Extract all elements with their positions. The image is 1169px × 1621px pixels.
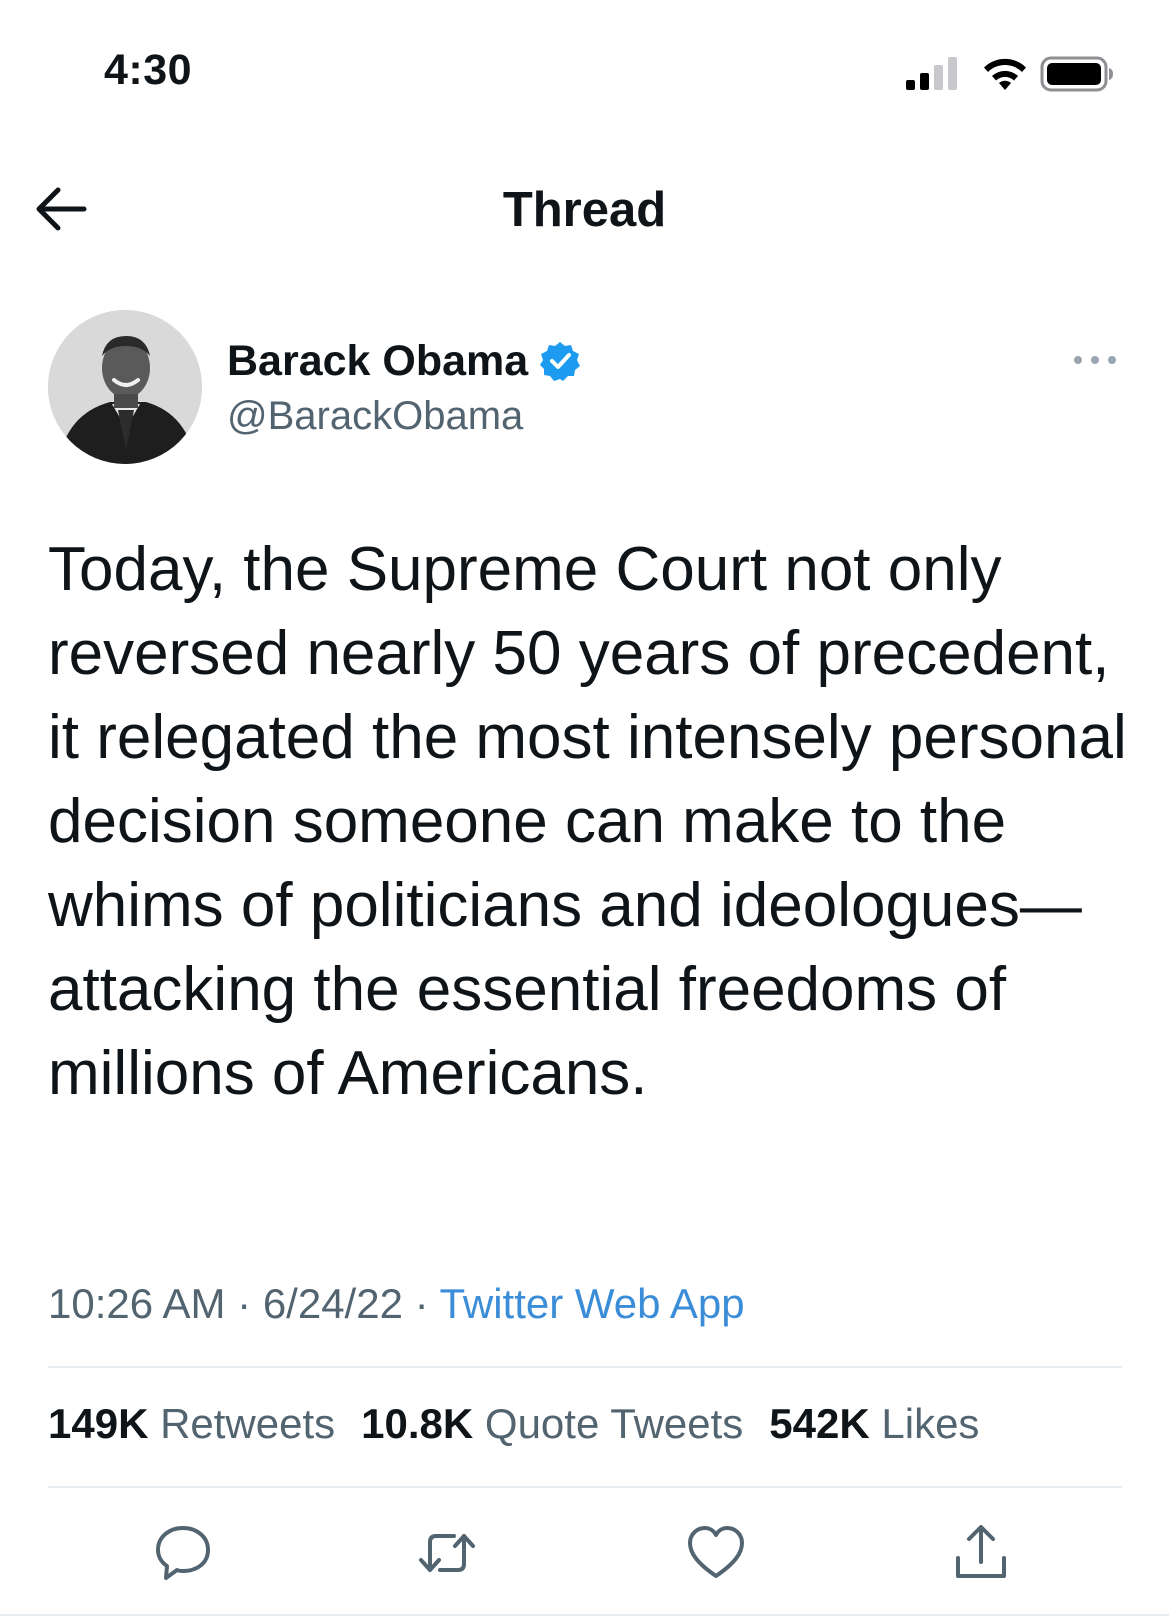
divider — [48, 1486, 1122, 1488]
divider — [0, 1614, 1169, 1616]
retweet-button[interactable] — [416, 1522, 478, 1584]
more-horizontal-icon[interactable] — [1072, 346, 1118, 374]
likes-count: 542K — [769, 1400, 870, 1447]
tweet-text: Today, the Supreme Court not only revers… — [48, 535, 1127, 1108]
divider — [48, 1366, 1122, 1368]
likes-label: Likes — [881, 1400, 980, 1447]
wifi-icon — [984, 58, 1026, 90]
avatar[interactable] — [48, 310, 202, 464]
tweet-metadata: 10:26 AM · 6/24/22 · Twitter Web App — [48, 1280, 745, 1328]
author-name[interactable]: Barack Obama — [227, 337, 528, 386]
cellular-signal-icon — [906, 57, 957, 90]
author-name-row: Barack Obama — [227, 337, 581, 386]
tweet-stats: 149K Retweets 10.8K Quote Tweets 542K Li… — [48, 1400, 1005, 1448]
tweet-time: 10:26 AM — [48, 1280, 226, 1327]
screen: 4:30 Thread Barack Obama @BarackObama To… — [0, 0, 1169, 1621]
share-icon — [956, 1525, 1006, 1578]
reply-icon — [156, 1526, 210, 1580]
battery-icon — [1040, 56, 1113, 92]
retweet-icon — [419, 1534, 475, 1572]
author-handle[interactable]: @BarackObama — [227, 394, 523, 439]
tweet-date: 6/24/22 — [262, 1280, 403, 1327]
status-time: 4:30 — [104, 46, 193, 94]
retweets-label: Retweets — [160, 1400, 336, 1447]
share-button[interactable] — [950, 1522, 1012, 1584]
like-button[interactable] — [685, 1522, 747, 1584]
meta-separator: · — [414, 1280, 429, 1327]
retweets-stat[interactable]: 149K Retweets — [48, 1400, 335, 1448]
reply-button[interactable] — [152, 1522, 214, 1584]
tweet-source-link[interactable]: Twitter Web App — [440, 1280, 745, 1327]
heart-icon — [688, 1526, 744, 1578]
retweets-count: 149K — [48, 1400, 149, 1447]
verified-badge-icon — [540, 342, 581, 381]
avatar-portrait-image — [48, 310, 202, 464]
page-title: Thread — [502, 183, 667, 237]
quote-tweets-label: Quote Tweets — [484, 1400, 744, 1447]
likes-stat[interactable]: 542K Likes — [769, 1400, 979, 1448]
meta-separator: · — [237, 1280, 252, 1327]
quote-tweets-stat[interactable]: 10.8K Quote Tweets — [361, 1400, 743, 1448]
quote-tweets-count: 10.8K — [361, 1400, 474, 1447]
